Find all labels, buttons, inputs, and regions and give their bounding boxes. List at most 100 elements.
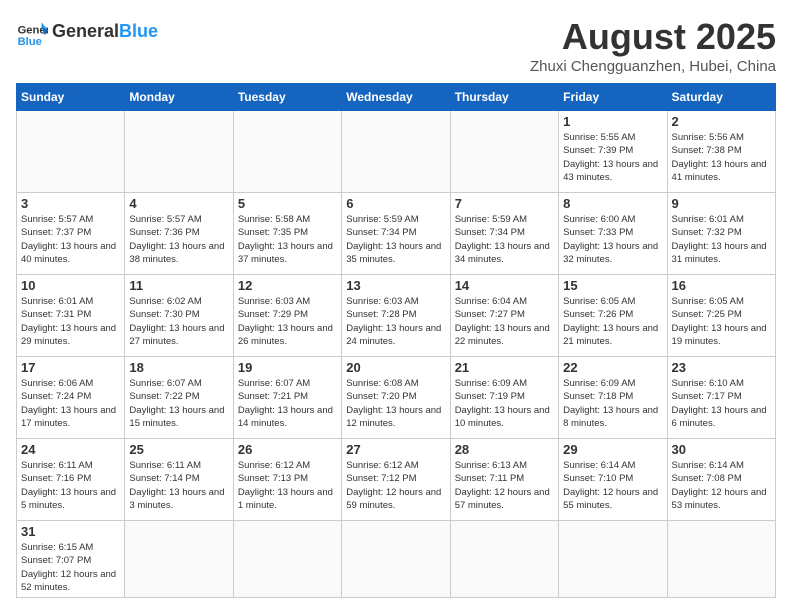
day-info: Sunrise: 6:03 AM Sunset: 7:29 PM Dayligh… [238, 295, 337, 348]
day-number: 28 [455, 442, 554, 457]
day-number: 20 [346, 360, 445, 375]
day-info: Sunrise: 6:13 AM Sunset: 7:11 PM Dayligh… [455, 459, 554, 512]
calendar-cell: 16 Sunrise: 6:05 AM Sunset: 7:25 PM Dayli… [667, 275, 775, 357]
title-area: August 2025 Zhuxi Chengguanzhen, Hubei, … [530, 16, 776, 75]
day-number: 7 [455, 196, 554, 211]
day-info: Sunrise: 6:02 AM Sunset: 7:30 PM Dayligh… [129, 295, 228, 348]
day-number: 9 [672, 196, 771, 211]
day-number: 11 [129, 278, 228, 293]
calendar-cell [342, 111, 450, 193]
week-row-6: 31 Sunrise: 6:15 AM Sunset: 7:07 PM Dayli… [17, 521, 776, 598]
calendar-cell: 28 Sunrise: 6:13 AM Sunset: 7:11 PM Dayli… [450, 439, 558, 521]
calendar-title: August 2025 [530, 16, 776, 58]
day-info: Sunrise: 6:08 AM Sunset: 7:20 PM Dayligh… [346, 377, 445, 430]
day-info: Sunrise: 6:12 AM Sunset: 7:13 PM Dayligh… [238, 459, 337, 512]
calendar-cell [667, 521, 775, 598]
calendar-cell: 10 Sunrise: 6:01 AM Sunset: 7:31 PM Dayli… [17, 275, 125, 357]
calendar-cell: 30 Sunrise: 6:14 AM Sunset: 7:08 PM Dayli… [667, 439, 775, 521]
day-info: Sunrise: 5:55 AM Sunset: 7:39 PM Dayligh… [563, 131, 662, 184]
day-info: Sunrise: 6:04 AM Sunset: 7:27 PM Dayligh… [455, 295, 554, 348]
day-info: Sunrise: 5:57 AM Sunset: 7:37 PM Dayligh… [21, 213, 120, 266]
calendar-subtitle: Zhuxi Chengguanzhen, Hubei, China [530, 58, 776, 75]
calendar-cell [125, 111, 233, 193]
day-number: 23 [672, 360, 771, 375]
header: General Blue GeneralBlue August 2025 Zhu… [16, 16, 776, 75]
calendar-cell: 18 Sunrise: 6:07 AM Sunset: 7:22 PM Dayli… [125, 357, 233, 439]
day-number: 19 [238, 360, 337, 375]
logo-text: GeneralBlue [52, 22, 158, 42]
calendar-cell [559, 521, 667, 598]
day-number: 6 [346, 196, 445, 211]
calendar-cell [233, 111, 341, 193]
day-info: Sunrise: 6:07 AM Sunset: 7:21 PM Dayligh… [238, 377, 337, 430]
svg-text:Blue: Blue [18, 36, 42, 48]
calendar-cell: 5Sunrise: 5:58 AM Sunset: 7:35 PM Daylig… [233, 193, 341, 275]
day-number: 30 [672, 442, 771, 457]
day-number: 22 [563, 360, 662, 375]
day-number: 14 [455, 278, 554, 293]
calendar-cell [17, 111, 125, 193]
calendar-cell: 19 Sunrise: 6:07 AM Sunset: 7:21 PM Dayli… [233, 357, 341, 439]
calendar-cell [450, 521, 558, 598]
calendar-cell: 7Sunrise: 5:59 AM Sunset: 7:34 PM Daylig… [450, 193, 558, 275]
day-info: Sunrise: 6:11 AM Sunset: 7:16 PM Dayligh… [21, 459, 120, 512]
calendar-cell: 26 Sunrise: 6:12 AM Sunset: 7:13 PM Dayli… [233, 439, 341, 521]
day-number: 15 [563, 278, 662, 293]
calendar-cell [125, 521, 233, 598]
calendar-cell: 8Sunrise: 6:00 AM Sunset: 7:33 PM Daylig… [559, 193, 667, 275]
day-info: Sunrise: 5:59 AM Sunset: 7:34 PM Dayligh… [346, 213, 445, 266]
day-info: Sunrise: 6:01 AM Sunset: 7:31 PM Dayligh… [21, 295, 120, 348]
day-number: 3 [21, 196, 120, 211]
calendar-cell: 6 Sunrise: 5:59 AM Sunset: 7:34 PM Daylig… [342, 193, 450, 275]
weekday-header-saturday: Saturday [667, 84, 775, 111]
day-number: 18 [129, 360, 228, 375]
day-number: 4 [129, 196, 228, 211]
day-info: Sunrise: 6:03 AM Sunset: 7:28 PM Dayligh… [346, 295, 445, 348]
day-info: Sunrise: 6:06 AM Sunset: 7:24 PM Dayligh… [21, 377, 120, 430]
day-info: Sunrise: 6:11 AM Sunset: 7:14 PM Dayligh… [129, 459, 228, 512]
calendar-cell: 1 Sunrise: 5:55 AM Sunset: 7:39 PM Daylig… [559, 111, 667, 193]
day-number: 2 [672, 114, 771, 129]
calendar-cell: 14 Sunrise: 6:04 AM Sunset: 7:27 PM Dayli… [450, 275, 558, 357]
weekday-header-friday: Friday [559, 84, 667, 111]
day-number: 1 [563, 114, 662, 129]
day-number: 16 [672, 278, 771, 293]
week-row-1: 1 Sunrise: 5:55 AM Sunset: 7:39 PM Daylig… [17, 111, 776, 193]
day-number: 12 [238, 278, 337, 293]
weekday-header-monday: Monday [125, 84, 233, 111]
day-info: Sunrise: 6:15 AM Sunset: 7:07 PM Dayligh… [21, 541, 120, 594]
day-info: Sunrise: 6:14 AM Sunset: 7:08 PM Dayligh… [672, 459, 771, 512]
weekday-header-wednesday: Wednesday [342, 84, 450, 111]
calendar-cell: 3 Sunrise: 5:57 AM Sunset: 7:37 PM Daylig… [17, 193, 125, 275]
day-number: 27 [346, 442, 445, 457]
day-info: Sunrise: 6:05 AM Sunset: 7:26 PM Dayligh… [563, 295, 662, 348]
day-number: 8 [563, 196, 662, 211]
day-info: Sunrise: 6:10 AM Sunset: 7:17 PM Dayligh… [672, 377, 771, 430]
day-number: 31 [21, 524, 120, 539]
day-info: Sunrise: 6:12 AM Sunset: 7:12 PM Dayligh… [346, 459, 445, 512]
day-info: Sunrise: 6:14 AM Sunset: 7:10 PM Dayligh… [563, 459, 662, 512]
calendar-cell: 22Sunrise: 6:09 AM Sunset: 7:18 PM Dayli… [559, 357, 667, 439]
calendar-cell: 23 Sunrise: 6:10 AM Sunset: 7:17 PM Dayli… [667, 357, 775, 439]
calendar-cell: 24Sunrise: 6:11 AM Sunset: 7:16 PM Dayli… [17, 439, 125, 521]
logo: General Blue GeneralBlue [16, 16, 158, 48]
day-number: 10 [21, 278, 120, 293]
day-info: Sunrise: 6:01 AM Sunset: 7:32 PM Dayligh… [672, 213, 771, 266]
day-info: Sunrise: 5:58 AM Sunset: 7:35 PM Dayligh… [238, 213, 337, 266]
calendar-cell: 29Sunrise: 6:14 AM Sunset: 7:10 PM Dayli… [559, 439, 667, 521]
day-number: 21 [455, 360, 554, 375]
day-info: Sunrise: 6:09 AM Sunset: 7:19 PM Dayligh… [455, 377, 554, 430]
day-info: Sunrise: 6:05 AM Sunset: 7:25 PM Dayligh… [672, 295, 771, 348]
calendar-cell: 13Sunrise: 6:03 AM Sunset: 7:28 PM Dayli… [342, 275, 450, 357]
calendar-cell: 15 Sunrise: 6:05 AM Sunset: 7:26 PM Dayli… [559, 275, 667, 357]
calendar-cell [342, 521, 450, 598]
day-info: Sunrise: 5:56 AM Sunset: 7:38 PM Dayligh… [672, 131, 771, 184]
day-info: Sunrise: 5:57 AM Sunset: 7:36 PM Dayligh… [129, 213, 228, 266]
calendar-cell: 9 Sunrise: 6:01 AM Sunset: 7:32 PM Daylig… [667, 193, 775, 275]
day-number: 26 [238, 442, 337, 457]
week-row-2: 3 Sunrise: 5:57 AM Sunset: 7:37 PM Daylig… [17, 193, 776, 275]
calendar-cell: 4 Sunrise: 5:57 AM Sunset: 7:36 PM Daylig… [125, 193, 233, 275]
day-info: Sunrise: 6:07 AM Sunset: 7:22 PM Dayligh… [129, 377, 228, 430]
calendar-cell: 31 Sunrise: 6:15 AM Sunset: 7:07 PM Dayli… [17, 521, 125, 598]
calendar-cell [233, 521, 341, 598]
